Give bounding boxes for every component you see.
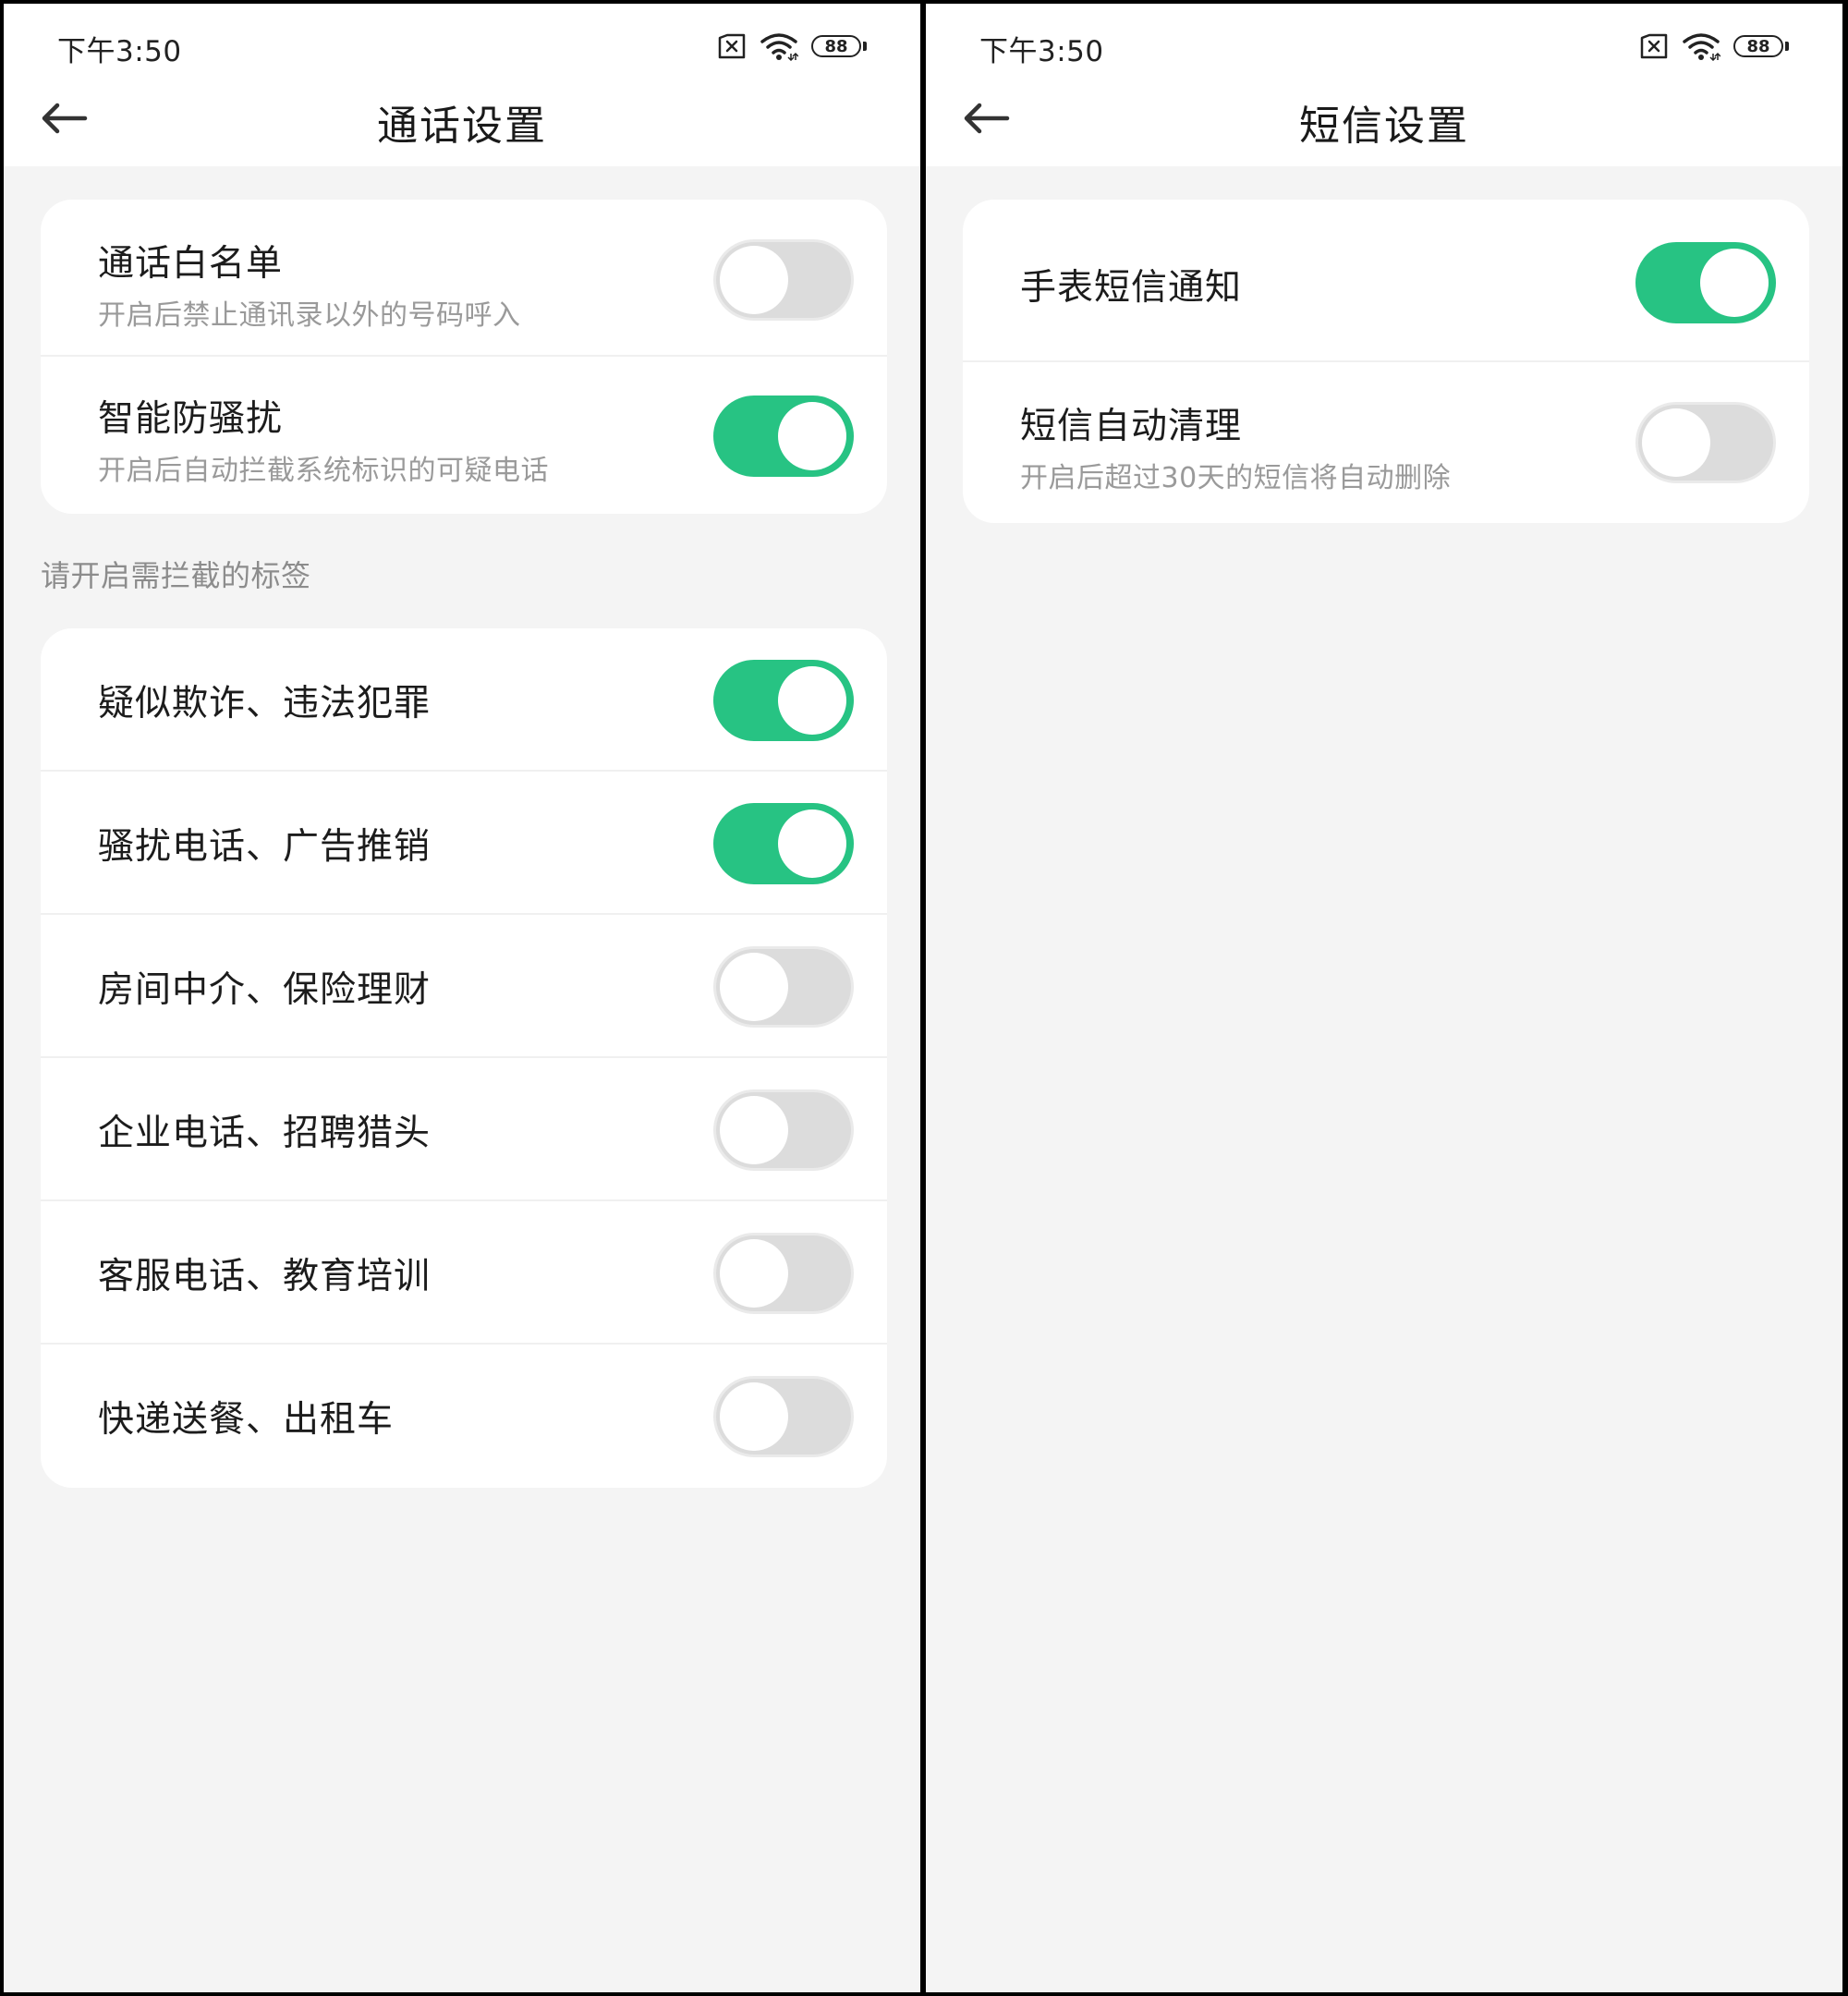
battery-level: 88 xyxy=(811,35,861,57)
status-icons: 88 xyxy=(1639,30,1789,63)
section-label: 请开启需拦截的标签 xyxy=(41,558,311,593)
battery-icon: 88 xyxy=(811,35,867,57)
anti-harassment-description: 开启后自动拦截系统标识的可疑电话 xyxy=(98,455,549,487)
watch-sms-notify-row[interactable]: 手表短信通知 xyxy=(963,200,1809,362)
tag-toggle-business[interactable] xyxy=(713,1089,854,1171)
call-protection-card: 通话白名单 开启后禁止通讯录以外的号码呼入 智能防骚扰 开启后自动拦截系统标识的… xyxy=(41,200,887,514)
tag-toggle-agency[interactable] xyxy=(713,946,854,1028)
sim-missing-icon xyxy=(1639,33,1669,59)
watch-sms-notify-label: 手表短信通知 xyxy=(1020,267,1243,309)
page-title: 通话设置 xyxy=(377,103,547,150)
page-title: 短信设置 xyxy=(1299,103,1469,150)
whitelist-label: 通话白名单 xyxy=(98,243,284,285)
sms-settings-screen: 下午3:50 88 短信设置 手表短信通知 短信自动清理 开启后超过30天的短信… xyxy=(926,4,1842,1992)
anti-harassment-label: 智能防骚扰 xyxy=(98,398,284,440)
tag-row-harassment[interactable]: 骚扰电话、广告推销 xyxy=(41,772,887,915)
anti-harassment-toggle[interactable] xyxy=(713,396,854,477)
sms-auto-clean-toggle[interactable] xyxy=(1635,402,1776,483)
wifi-icon xyxy=(760,31,798,61)
header: 下午3:50 88 xyxy=(4,4,920,166)
wifi-icon xyxy=(1682,31,1720,61)
tag-label: 客服电话、教育培训 xyxy=(98,1256,432,1297)
tag-label: 房间中介、保险理财 xyxy=(98,969,432,1011)
tag-toggle-fraud[interactable] xyxy=(713,660,854,741)
tag-label: 企业电话、招聘猎头 xyxy=(98,1113,432,1154)
status-time: 下午3:50 xyxy=(979,35,1104,68)
watch-sms-notify-toggle[interactable] xyxy=(1635,242,1776,323)
header: 下午3:50 88 xyxy=(926,4,1842,166)
tag-label: 骚扰电话、广告推销 xyxy=(98,826,432,868)
sms-auto-clean-label: 短信自动清理 xyxy=(1020,406,1243,447)
tag-toggle-delivery[interactable] xyxy=(713,1376,854,1457)
status-time: 下午3:50 xyxy=(57,35,182,68)
whitelist-row[interactable]: 通话白名单 开启后禁止通讯录以外的号码呼入 xyxy=(41,200,887,357)
status-icons: 88 xyxy=(717,30,867,63)
battery-icon: 88 xyxy=(1733,35,1789,57)
sms-auto-clean-description: 开启后超过30天的短信将自动删除 xyxy=(1020,462,1452,494)
sms-auto-clean-row[interactable]: 短信自动清理 开启后超过30天的短信将自动删除 xyxy=(963,362,1809,523)
tag-label: 疑似欺诈、违法犯罪 xyxy=(98,683,432,724)
call-settings-screen: 下午3:50 88 通话设置 通话白名单 开启后禁止通讯录以外的号码呼入 智能防… xyxy=(4,4,920,1992)
tag-row-delivery[interactable]: 快递送餐、出租车 xyxy=(41,1345,887,1488)
tag-row-fraud[interactable]: 疑似欺诈、违法犯罪 xyxy=(41,628,887,772)
tag-label: 快递送餐、出租车 xyxy=(98,1399,395,1441)
whitelist-description: 开启后禁止通讯录以外的号码呼入 xyxy=(98,299,521,332)
sms-settings-card: 手表短信通知 短信自动清理 开启后超过30天的短信将自动删除 xyxy=(963,200,1809,523)
anti-harassment-row[interactable]: 智能防骚扰 开启后自动拦截系统标识的可疑电话 xyxy=(41,357,887,514)
whitelist-toggle[interactable] xyxy=(713,239,854,321)
tag-toggle-service[interactable] xyxy=(713,1233,854,1314)
tag-row-agency[interactable]: 房间中介、保险理财 xyxy=(41,915,887,1058)
tag-toggle-harassment[interactable] xyxy=(713,803,854,884)
sim-missing-icon xyxy=(717,33,747,59)
battery-level: 88 xyxy=(1733,35,1783,57)
tag-row-service[interactable]: 客服电话、教育培训 xyxy=(41,1201,887,1345)
tag-row-business[interactable]: 企业电话、招聘猎头 xyxy=(41,1058,887,1201)
block-tags-card: 疑似欺诈、违法犯罪 骚扰电话、广告推销 房间中介、保险理财 企业电话、招聘猎头 … xyxy=(41,628,887,1488)
